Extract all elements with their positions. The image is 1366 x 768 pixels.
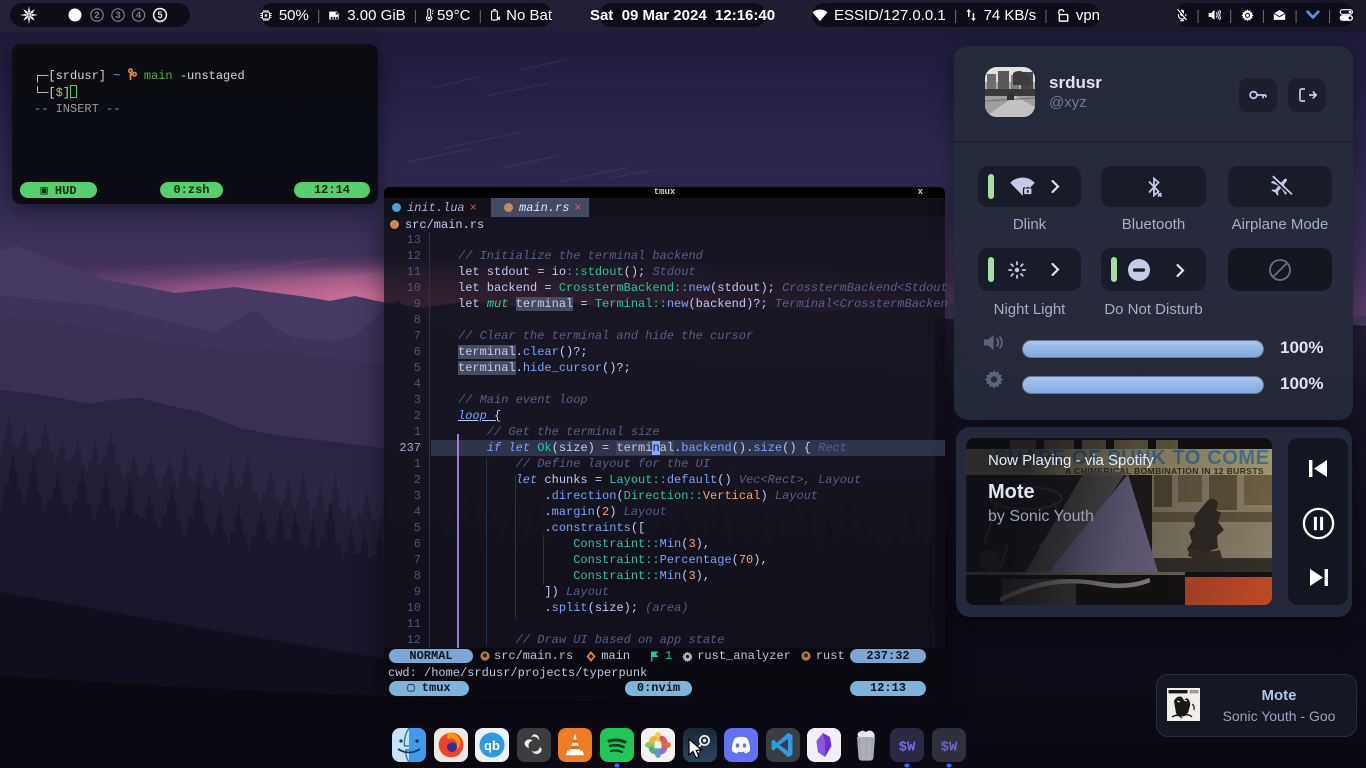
svg-text:qb: qb: [484, 738, 500, 753]
svg-text:$W: $W: [941, 740, 958, 756]
svg-text:$W: $W: [899, 740, 916, 756]
svg-text:4: 4: [136, 10, 141, 20]
svg-text:2: 2: [94, 10, 99, 20]
svg-text:5: 5: [157, 10, 162, 20]
svg-text:3: 3: [115, 10, 120, 20]
